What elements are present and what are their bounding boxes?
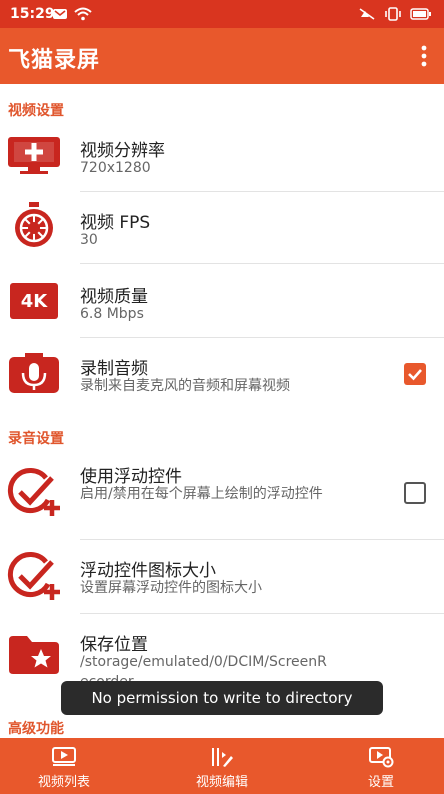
- setting-value: 720x1280: [80, 160, 151, 176]
- setting-value: 6.8 Mbps: [80, 306, 144, 322]
- tab-video-list[interactable]: 视频列表: [22, 738, 106, 794]
- 4k-label: 4K: [10, 283, 58, 319]
- 4k-icon: 4K: [6, 276, 62, 326]
- setting-video-quality[interactable]: 4K 视频质量 6.8 Mbps: [0, 264, 444, 338]
- setting-floating-icon-size[interactable]: 浮动控件图标大小 设置屏幕浮动控件的图标大小: [0, 540, 444, 614]
- mail-icon: [53, 9, 67, 19]
- setting-save-location[interactable]: 保存位置 /storage/emulated/0/DCIM/ScreenReco…: [0, 614, 444, 684]
- checkmark-icon: [408, 369, 422, 381]
- tab-settings[interactable]: 设置: [346, 738, 416, 794]
- app-bar: 飞猫录屏: [0, 28, 444, 84]
- vibrate-icon: [385, 7, 401, 21]
- microphone-icon: [6, 348, 62, 398]
- tab-label: 视频编辑: [195, 775, 248, 790]
- status-time: 15:29: [10, 6, 55, 22]
- setting-description: 启用/禁用在每个屏幕上绘制的浮动控件: [80, 486, 323, 502]
- app-title: 飞猫录屏: [8, 48, 101, 73]
- check-plus-icon: [6, 468, 62, 518]
- monitor-plus-icon: [6, 130, 62, 180]
- video-list-icon: [52, 747, 76, 766]
- setting-floating-control[interactable]: 使用浮动控件 启用/禁用在每个屏幕上绘制的浮动控件: [0, 452, 444, 540]
- setting-description: 录制来自麦克风的音频和屏幕视频: [80, 378, 290, 394]
- floating-control-checkbox[interactable]: [404, 482, 426, 504]
- check-plus-icon: [6, 552, 62, 602]
- setting-record-audio[interactable]: 录制音频 录制来自麦克风的音频和屏幕视频: [0, 338, 444, 412]
- video-edit-icon: [212, 748, 233, 767]
- section-video-settings: 视频设置: [8, 103, 64, 119]
- tab-label: 设置: [367, 775, 394, 790]
- bottom-navigation: 视频列表 视频编辑 设置: [0, 738, 444, 794]
- settings-icon: [369, 747, 394, 768]
- setting-description: 设置屏幕浮动控件的图标大小: [80, 580, 262, 596]
- setting-video-fps[interactable]: 视频 FPS 30: [0, 192, 444, 264]
- folder-star-icon: [6, 630, 62, 680]
- section-advanced: 高级功能: [8, 721, 64, 737]
- more-options-icon[interactable]: [412, 42, 436, 70]
- stopwatch-icon: [6, 200, 62, 250]
- section-audio-settings: 录音设置: [8, 431, 64, 447]
- mute-icon: [359, 8, 375, 20]
- wifi-icon: [74, 7, 92, 21]
- tab-label: 视频列表: [37, 775, 90, 790]
- setting-video-resolution[interactable]: 视频分辨率 720x1280: [0, 122, 444, 192]
- setting-value: 30: [80, 232, 98, 248]
- setting-value: /storage/emulated/0/DCIM/ScreenRecorder: [80, 654, 327, 684]
- toast-message: No permission to write to directory: [61, 681, 383, 715]
- record-audio-checkbox[interactable]: [404, 363, 426, 385]
- battery-icon: [410, 8, 431, 20]
- status-bar: 15:29: [0, 0, 444, 28]
- tab-video-edit[interactable]: 视频编辑: [180, 738, 264, 794]
